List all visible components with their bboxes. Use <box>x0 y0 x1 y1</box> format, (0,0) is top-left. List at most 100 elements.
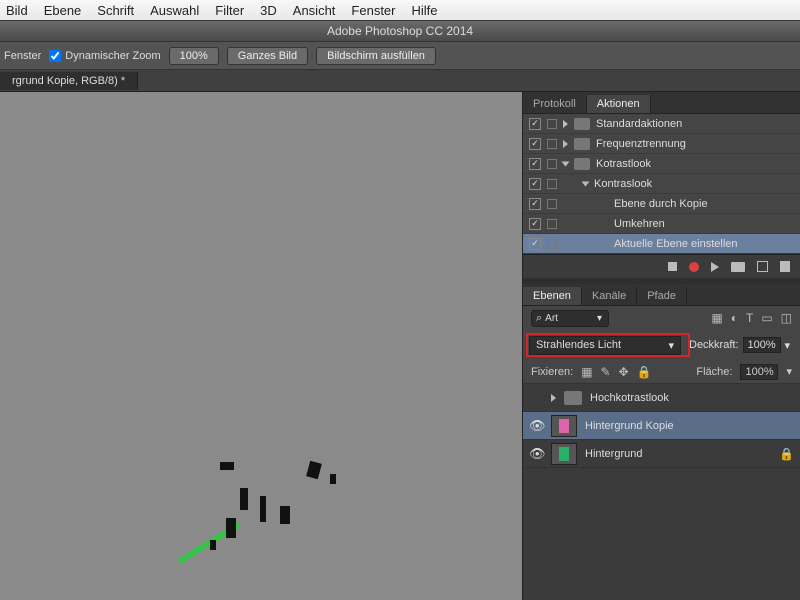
check-icon[interactable]: ✓ <box>529 138 541 150</box>
check-icon[interactable]: ✓ <box>529 178 541 190</box>
disclosure-triangle-icon[interactable] <box>562 161 570 166</box>
filter-type-icon[interactable]: T <box>746 311 753 325</box>
disclosure-triangle-icon[interactable] <box>563 140 568 148</box>
folder-icon <box>564 391 582 405</box>
lock-transparent-icon[interactable]: ▦ <box>581 365 592 379</box>
zoom-value-button[interactable]: 100% <box>169 47 219 65</box>
opacity-flyout-icon[interactable]: ▾ <box>785 339 791 352</box>
menu-fenster[interactable]: Fenster <box>351 3 395 18</box>
mac-menu-bar[interactable]: Bild Ebene Schrift Auswahl Filter 3D Ans… <box>0 0 800 20</box>
menu-filter[interactable]: Filter <box>215 3 244 18</box>
dialog-toggle[interactable] <box>547 119 557 129</box>
dialog-toggle[interactable] <box>547 139 557 149</box>
layer-filter-kind[interactable]: Art▾ <box>531 310 609 327</box>
stop-icon[interactable] <box>668 262 677 271</box>
actions-footer <box>523 254 800 278</box>
layer-row[interactable]: 👁 Hintergrund Kopie <box>523 412 800 440</box>
check-icon[interactable]: ✓ <box>529 198 541 210</box>
dialog-toggle[interactable] <box>547 199 557 209</box>
check-icon[interactable]: ✓ <box>529 118 541 130</box>
menu-schrift[interactable]: Schrift <box>97 3 134 18</box>
layer-row[interactable]: 👁 Hintergrund 🔒 <box>523 440 800 468</box>
dialog-toggle[interactable] <box>547 219 557 229</box>
menu-ebene[interactable]: Ebene <box>44 3 82 18</box>
trash-icon[interactable] <box>780 261 790 272</box>
layer-row[interactable]: Hochkotrastlook <box>523 384 800 412</box>
action-label: Ebene durch Kopie <box>614 198 708 210</box>
dialog-toggle[interactable] <box>547 239 557 249</box>
action-row[interactable]: ✓Kontraslook <box>523 174 800 194</box>
disclosure-triangle-icon[interactable] <box>551 394 556 402</box>
canvas[interactable] <box>0 92 522 600</box>
opacity-value[interactable]: 100% <box>743 337 781 353</box>
disclosure-triangle-icon[interactable] <box>582 181 590 186</box>
action-label: Aktuelle Ebene einstellen <box>614 238 738 250</box>
tab-ebenen[interactable]: Ebenen <box>523 287 582 305</box>
actions-panel-tabs: Protokoll Aktionen <box>523 92 800 114</box>
layer-list: Hochkotrastlook 👁 Hintergrund Kopie 👁 Hinter… <box>523 384 800 468</box>
action-row[interactable]: ✓Umkehren <box>523 214 800 234</box>
layers-filter-bar: Art▾ ▦ ◐ T ▭ ◫ <box>523 306 800 330</box>
menu-3d[interactable]: 3D <box>260 3 277 18</box>
tab-kanale[interactable]: Kanäle <box>582 287 637 305</box>
blend-mode-dropdown[interactable]: Strahlendes Licht▾ <box>529 336 681 355</box>
fill-label: Fläche: <box>696 366 732 378</box>
fill-screen-button[interactable]: Bildschirm ausfüllen <box>316 47 436 65</box>
fill-value[interactable]: 100% <box>740 364 778 380</box>
fit-windows-option[interactable]: Fenster <box>4 50 41 62</box>
layer-label: Hintergrund <box>585 448 642 460</box>
options-bar: Fenster Dynamischer Zoom 100% Ganzes Bil… <box>0 42 800 70</box>
dialog-toggle[interactable] <box>547 159 557 169</box>
lock-position-icon[interactable]: ✥ <box>619 365 629 379</box>
menu-bild[interactable]: Bild <box>6 3 28 18</box>
action-row[interactable]: ✓ Aktuelle Ebene einstellen <box>523 234 800 254</box>
menu-ansicht[interactable]: Ansicht <box>293 3 336 18</box>
filter-pixel-icon[interactable]: ▦ <box>711 311 722 325</box>
menu-hilfe[interactable]: Hilfe <box>412 3 438 18</box>
menu-auswahl[interactable]: Auswahl <box>150 3 199 18</box>
tab-protokoll[interactable]: Protokoll <box>523 95 587 113</box>
action-row[interactable]: ✓Kotrastlook <box>523 154 800 174</box>
folder-icon <box>574 118 590 130</box>
visibility-eye-icon[interactable]: 👁 <box>529 418 543 434</box>
layer-label: Hochkotrastlook <box>590 392 669 404</box>
lock-icon: 🔒 <box>779 447 794 461</box>
dialog-toggle[interactable] <box>547 179 557 189</box>
new-action-icon[interactable] <box>757 261 768 272</box>
check-icon[interactable]: ✓ <box>529 158 541 170</box>
blend-opacity-row: Strahlendes Licht▾ Deckkraft: 100% ▾ <box>523 330 800 360</box>
new-set-icon[interactable] <box>731 262 745 272</box>
layer-thumbnail[interactable] <box>551 415 577 437</box>
tab-aktionen[interactable]: Aktionen <box>587 95 651 113</box>
folder-icon <box>574 138 590 150</box>
action-label: Standardaktionen <box>596 118 682 130</box>
tab-pfade[interactable]: Pfade <box>637 287 687 305</box>
play-icon[interactable] <box>711 262 719 272</box>
app-title: Adobe Photoshop CC 2014 <box>327 24 473 38</box>
dynamic-zoom-checkbox[interactable]: Dynamischer Zoom <box>49 50 160 62</box>
lock-image-icon[interactable]: ✎ <box>601 365 611 379</box>
lock-all-icon[interactable]: 🔒 <box>637 365 652 379</box>
document-tab-bar: rgrund Kopie, RGB/8) * <box>0 70 800 92</box>
visibility-eye-icon[interactable]: 👁 <box>529 446 543 462</box>
folder-icon <box>574 158 590 170</box>
check-icon[interactable]: ✓ <box>529 218 541 230</box>
opacity-label: Deckkraft: <box>689 339 739 351</box>
fill-flyout-icon[interactable]: ▾ <box>786 365 792 378</box>
app-title-bar: Adobe Photoshop CC 2014 <box>0 20 800 42</box>
document-tab[interactable]: rgrund Kopie, RGB/8) * <box>0 72 138 90</box>
check-icon[interactable]: ✓ <box>529 238 541 250</box>
filter-shape-icon[interactable]: ▭ <box>761 311 772 325</box>
action-row[interactable]: ✓Frequenztrennung <box>523 134 800 154</box>
action-row[interactable]: ✓ Standardaktionen <box>523 114 800 134</box>
action-row[interactable]: ✓ Ebene durch Kopie <box>523 194 800 214</box>
filter-adjust-icon[interactable]: ◐ <box>731 311 738 325</box>
layer-thumbnail[interactable] <box>551 443 577 465</box>
actions-list: ✓ Standardaktionen ✓Frequenztrennung✓Kotra… <box>523 114 800 254</box>
filter-smart-icon[interactable]: ◫ <box>781 311 792 325</box>
whole-image-button[interactable]: Ganzes Bild <box>227 47 308 65</box>
layer-label: Hintergrund Kopie <box>585 420 674 432</box>
lock-label: Fixieren: <box>531 366 573 378</box>
record-icon[interactable] <box>689 262 699 272</box>
disclosure-triangle-icon[interactable] <box>563 120 568 128</box>
